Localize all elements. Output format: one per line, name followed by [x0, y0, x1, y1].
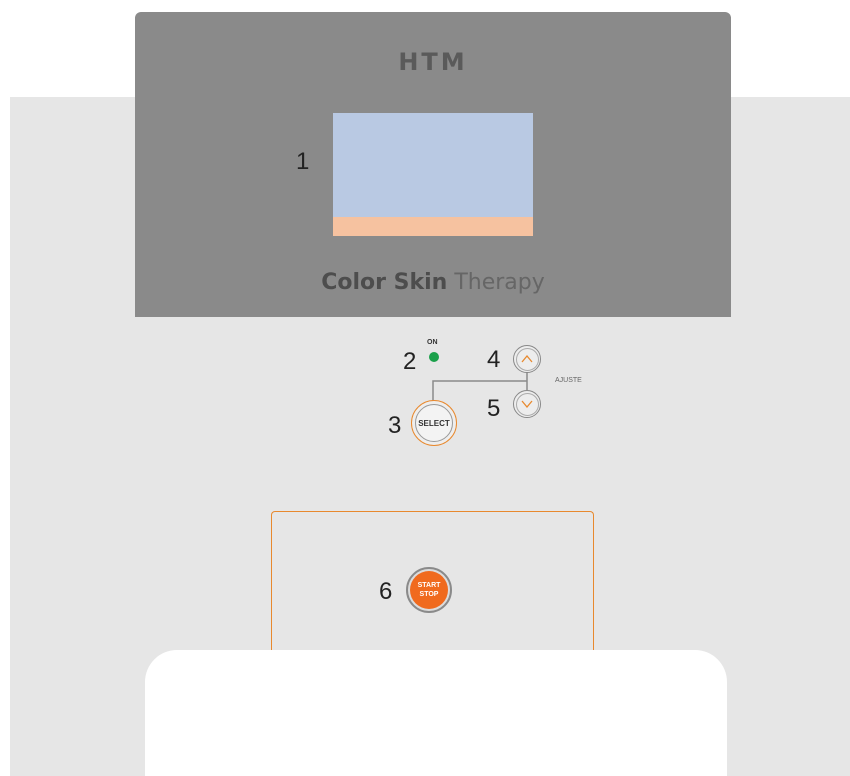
select-button[interactable]: SELECT — [411, 400, 457, 446]
start-stop-face: START STOP — [410, 571, 448, 609]
chevron-down-icon — [521, 400, 533, 408]
adjust-up-ring — [515, 347, 539, 371]
select-button-label: SELECT — [415, 404, 453, 442]
callout-up: 4 — [487, 346, 501, 373]
stop-label: STOP — [419, 591, 439, 598]
adjust-down-ring — [515, 392, 539, 416]
adjust-label: AJUSTE — [555, 377, 582, 384]
chevron-up-icon — [521, 355, 533, 363]
adjust-down-button[interactable] — [513, 390, 541, 418]
callout-select: 3 — [388, 412, 402, 439]
bottom-applicator-panel — [145, 650, 727, 776]
start-label: START — [417, 582, 441, 589]
start-stop-button[interactable]: START STOP — [406, 567, 452, 613]
callout-down: 5 — [487, 395, 501, 422]
adjust-up-button[interactable] — [513, 345, 541, 373]
callout-start: 6 — [379, 578, 393, 605]
